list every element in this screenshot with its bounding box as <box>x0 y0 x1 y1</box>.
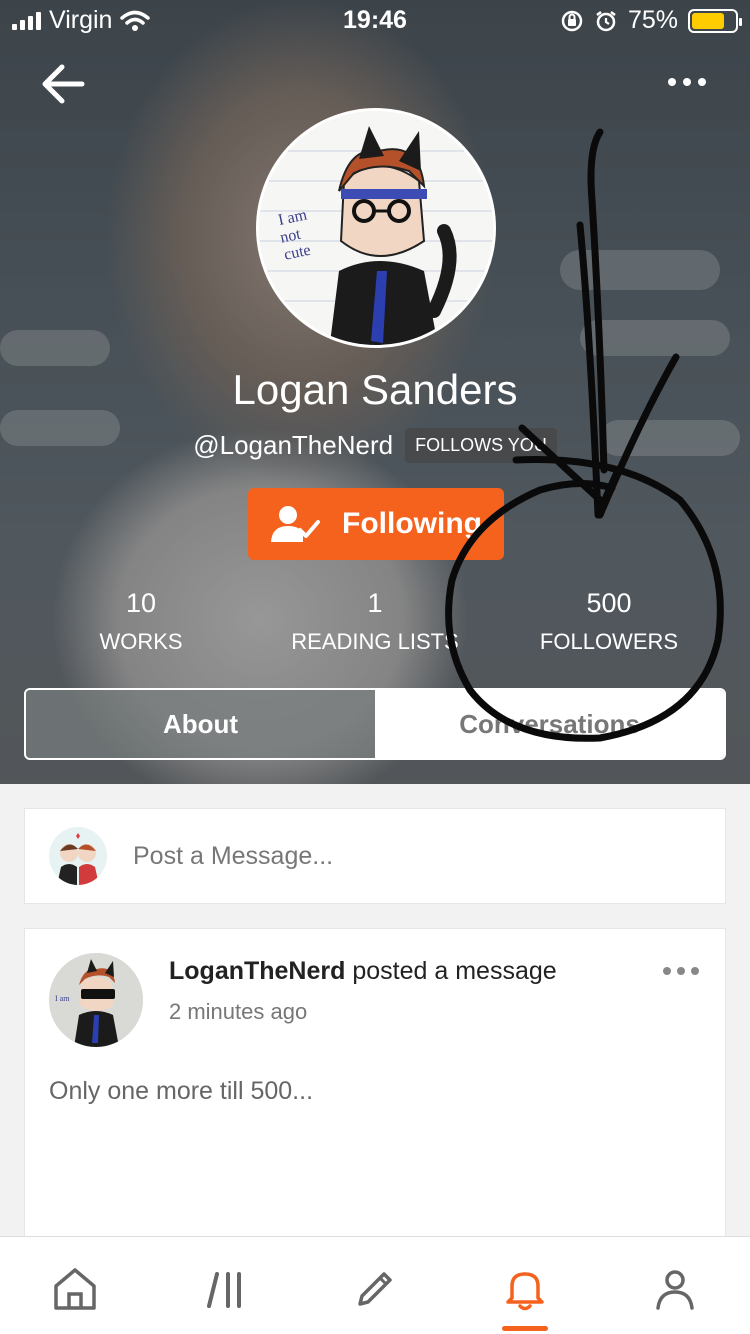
orientation-lock-icon <box>561 10 583 31</box>
message-timestamp: 2 minutes ago <box>169 999 308 1024</box>
message-action: posted a message <box>352 957 557 985</box>
post-message-placeholder: Post a Message... <box>133 841 334 870</box>
more-options-button[interactable] <box>668 66 714 98</box>
current-user-avatar <box>49 827 107 885</box>
nav-notifications[interactable] <box>495 1259 555 1319</box>
svg-text:I am: I am <box>55 994 70 1003</box>
profile-header: Virgin 19:46 75% I am not cute Logan San… <box>0 0 750 784</box>
stat-value: 10 <box>125 588 157 618</box>
following-button-label: Following <box>342 507 482 540</box>
nav-library[interactable] <box>196 1259 256 1319</box>
nav-profile[interactable] <box>645 1259 705 1319</box>
more-horizontal-icon <box>663 967 671 975</box>
follows-you-badge: FOLLOWS YOU <box>405 428 557 463</box>
message-author-avatar[interactable]: I am <box>49 953 143 1047</box>
tab-conversations[interactable]: Conversations <box>375 690 724 758</box>
handle-row: @LoganTheNerd FOLLOWS YOU <box>0 428 750 463</box>
stat-label: WORKS <box>99 629 183 654</box>
stat-reading-lists[interactable]: 1 READING LISTS <box>255 588 495 655</box>
stat-value: 1 <box>367 588 383 618</box>
message-header: LoganTheNerd posted a message <box>169 957 557 986</box>
nav-write[interactable] <box>345 1259 405 1319</box>
library-icon <box>207 1272 241 1308</box>
stat-label: READING LISTS <box>291 629 459 654</box>
avatar-drawing: I am not cute <box>259 111 493 345</box>
more-horizontal-icon <box>668 78 676 86</box>
active-tab-indicator <box>502 1326 548 1331</box>
profile-name: Logan Sanders <box>232 366 518 413</box>
profile-avatar[interactable]: I am not cute <box>256 108 496 348</box>
user-check-icon <box>271 506 321 542</box>
battery-percent: 75% <box>627 6 678 34</box>
profile-icon <box>656 1270 694 1310</box>
profile-tabs: About Conversations <box>24 688 726 760</box>
battery-icon <box>688 8 742 33</box>
message-body: Only one more till 500... <box>49 1077 314 1105</box>
stat-value: 500 <box>586 588 632 618</box>
write-icon <box>358 1272 392 1306</box>
nav-home[interactable] <box>45 1259 105 1319</box>
profile-stats: 10 WORKS 1 READING LISTS 500 FOLLOWERS <box>0 588 750 668</box>
notifications-icon <box>506 1272 544 1311</box>
stat-works[interactable]: 10 WORKS <box>21 588 261 655</box>
home-icon <box>54 1268 96 1310</box>
tab-about[interactable]: About <box>26 690 375 758</box>
bottom-navigation <box>0 1236 750 1334</box>
message-card: I am LoganTheNerd posted a message 2 min… <box>24 928 726 1248</box>
arrow-left-icon <box>42 64 85 104</box>
status-bar: Virgin 19:46 75% <box>0 0 750 40</box>
message-options-button[interactable] <box>663 967 699 975</box>
following-button[interactable]: Following <box>248 488 504 560</box>
back-button[interactable] <box>38 60 90 108</box>
profile-handle: @LoganTheNerd <box>193 430 394 460</box>
message-author[interactable]: LoganTheNerd <box>169 957 345 985</box>
alarm-icon <box>596 10 616 31</box>
stat-label: FOLLOWERS <box>539 629 679 654</box>
post-message-box[interactable]: Post a Message... <box>24 808 726 904</box>
stat-followers[interactable]: 500 FOLLOWERS <box>489 588 729 655</box>
